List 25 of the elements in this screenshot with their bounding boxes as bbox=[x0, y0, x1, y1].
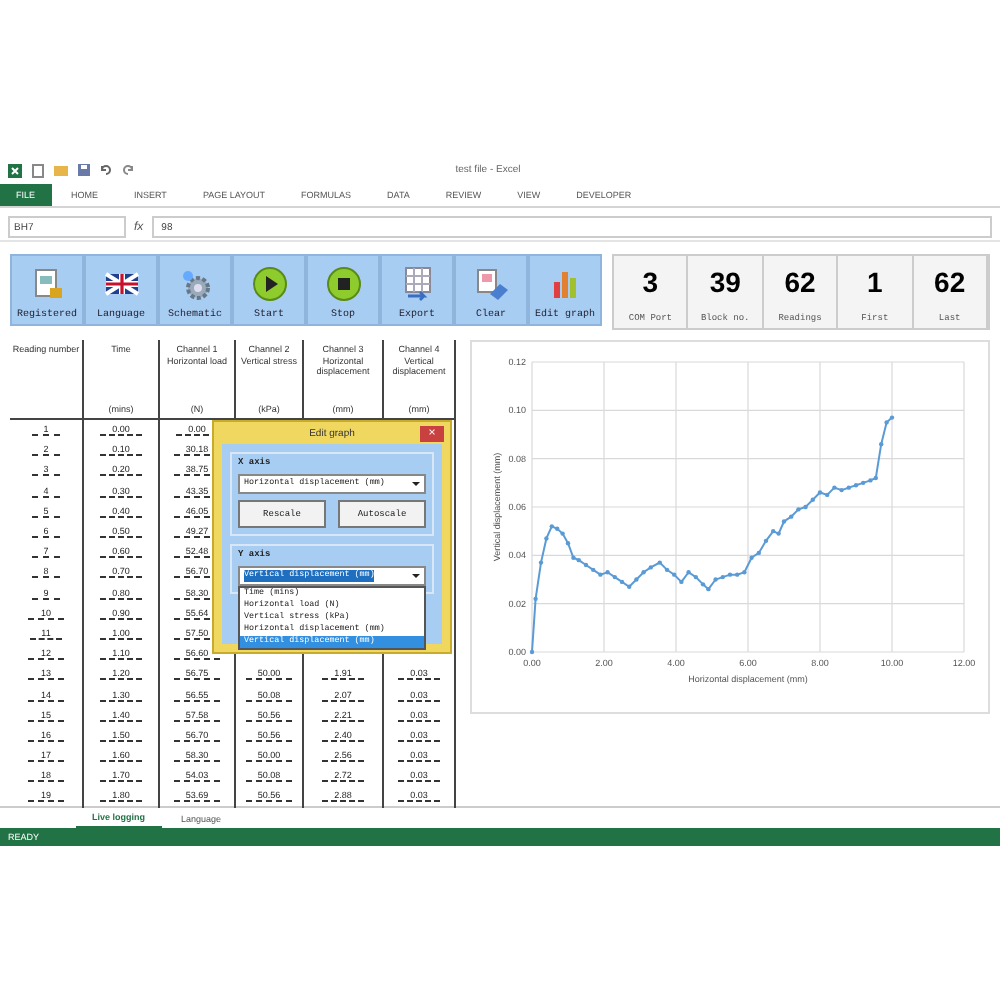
gear-icon bbox=[177, 266, 213, 302]
counter-value: 62 bbox=[934, 266, 966, 298]
caret-icon bbox=[412, 480, 420, 488]
save-icon[interactable] bbox=[78, 164, 90, 176]
stop-icon bbox=[325, 266, 361, 302]
data-point bbox=[763, 538, 769, 544]
redo-icon[interactable] bbox=[122, 164, 134, 176]
data-point bbox=[538, 560, 544, 565]
table-export-icon bbox=[399, 266, 435, 302]
excel-logo-icon bbox=[8, 163, 22, 177]
counter-value: 39 bbox=[709, 266, 741, 298]
data-point bbox=[544, 536, 549, 541]
folder-icon[interactable] bbox=[54, 164, 68, 176]
data-point bbox=[533, 596, 538, 602]
eraser-icon bbox=[473, 266, 509, 302]
data-point bbox=[529, 649, 535, 655]
counter-value: 62 bbox=[784, 266, 816, 298]
new-file-icon[interactable] bbox=[32, 163, 44, 177]
counter-value: 1 bbox=[867, 266, 883, 298]
caret-icon bbox=[412, 572, 420, 580]
data-point bbox=[565, 541, 571, 546]
data-point bbox=[879, 441, 884, 447]
counter-value: 3 bbox=[642, 266, 659, 298]
play-icon bbox=[251, 266, 287, 302]
undo-icon[interactable] bbox=[100, 164, 112, 176]
